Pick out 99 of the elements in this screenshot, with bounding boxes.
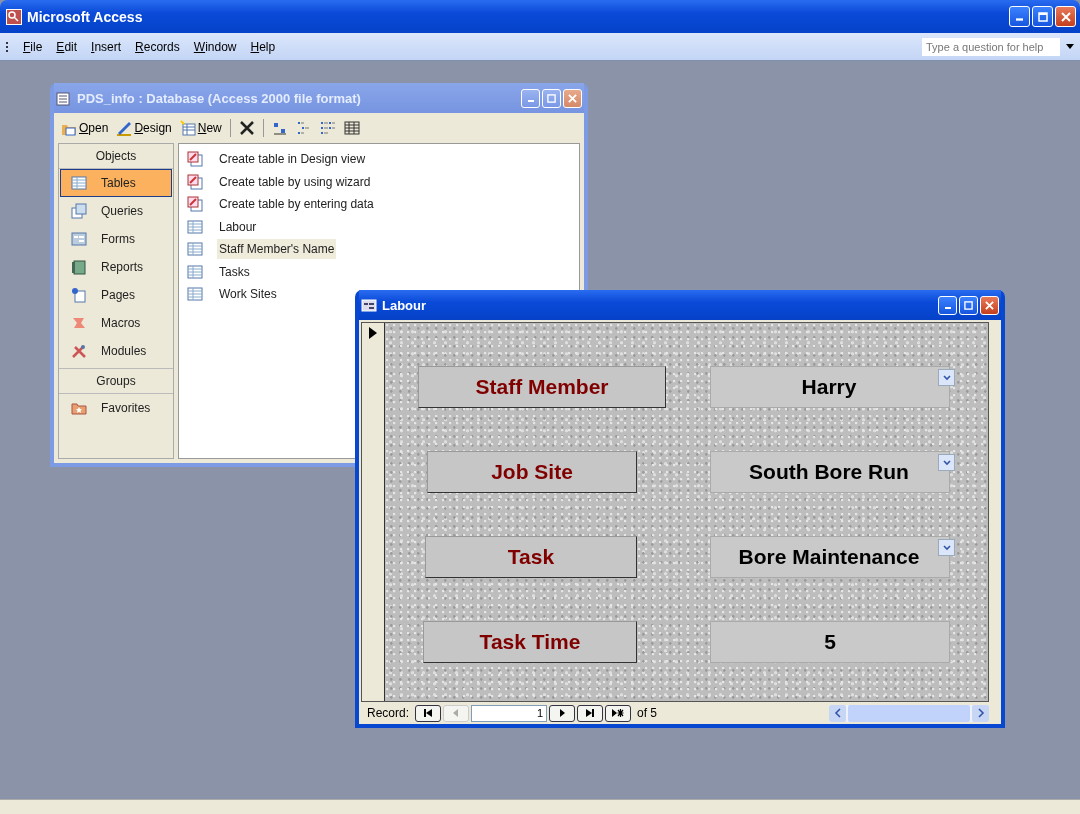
window-title: PDS_info : Database (Access 2000 file format): [77, 90, 361, 106]
large-icons-icon: [271, 120, 288, 136]
maximize-button[interactable]: [959, 295, 978, 315]
chevron-down-icon: [942, 459, 951, 466]
field-label: Task Time: [423, 621, 637, 663]
dropdown-button[interactable]: [938, 539, 955, 556]
close-icon: [568, 93, 577, 103]
list-icon: [319, 120, 336, 136]
list-item[interactable]: Create table in Design view: [183, 148, 372, 171]
wizard-icon: [187, 173, 203, 190]
close-button[interactable]: [1055, 6, 1076, 27]
wizard-icon: [187, 196, 203, 213]
scroll-thumb[interactable]: [848, 704, 970, 722]
groups-header: Groups: [59, 368, 173, 394]
close-icon: [1060, 11, 1071, 22]
object-type-item[interactable]: Queries: [60, 197, 172, 225]
table-icon: [179, 120, 196, 136]
object-type-item[interactable]: Modules: [60, 337, 172, 365]
list-item[interactable]: Work Sites: [183, 283, 283, 306]
minimize-icon: [527, 99, 534, 102]
group-item[interactable]: Favorites: [60, 394, 172, 422]
first-icon: [423, 708, 434, 718]
menu-item[interactable]: Insert: [84, 37, 129, 56]
table-icon: [187, 218, 203, 235]
report-icon: [71, 259, 87, 275]
combo-box[interactable]: South Bore Run: [710, 451, 950, 493]
chevron-right-icon: [976, 708, 985, 718]
chevron-down-icon: [942, 374, 951, 381]
query-icon: [71, 203, 87, 219]
new-record-button[interactable]: [605, 704, 632, 722]
field-label: Task: [425, 536, 637, 578]
field-label: Job Site: [427, 451, 637, 493]
small-icons-icon: [295, 120, 312, 136]
record-label: Record:: [367, 706, 410, 720]
design-button[interactable]: Design: [113, 118, 175, 138]
menu-item[interactable]: Help: [243, 37, 283, 56]
record-count: of 5: [637, 706, 658, 720]
delete-icon: [238, 120, 255, 136]
dropdown-icon[interactable]: [1066, 43, 1074, 50]
scroll-left-button[interactable]: [829, 704, 846, 722]
tools-icon: [71, 343, 87, 359]
text-field[interactable]: 5: [710, 621, 950, 663]
first-record-button[interactable]: [415, 704, 442, 722]
maximize-icon: [964, 300, 973, 310]
table-icon: [187, 263, 203, 280]
object-type-item[interactable]: Forms: [60, 225, 172, 253]
chevron-left-icon: [833, 708, 842, 718]
minimize-button[interactable]: [938, 295, 957, 315]
page-icon: [71, 287, 87, 303]
chevron-down-icon: [942, 544, 951, 551]
database-icon: [56, 90, 72, 106]
scroll-right-button[interactable]: [972, 704, 989, 722]
next-record-button[interactable]: [549, 704, 576, 722]
menu-item[interactable]: File: [16, 37, 50, 56]
minimize-icon: [1016, 17, 1023, 21]
grid-icon: [343, 120, 360, 136]
maximize-icon: [547, 93, 556, 103]
table-icon: [187, 286, 203, 303]
maximize-button[interactable]: [1032, 6, 1053, 27]
list-item[interactable]: Tasks: [183, 260, 256, 283]
object-type-item[interactable]: Tables: [60, 169, 172, 197]
last-icon: [585, 708, 596, 718]
folder-icon: [71, 400, 87, 416]
minimize-icon: [944, 306, 951, 309]
grip-icon: [6, 41, 10, 52]
menu-item[interactable]: Edit: [49, 37, 85, 56]
table-icon: [71, 175, 87, 191]
last-record-button[interactable]: [577, 704, 604, 722]
new-button[interactable]: New: [176, 118, 225, 138]
open-button[interactable]: Open: [58, 118, 112, 138]
menu-item[interactable]: Records: [128, 37, 187, 56]
table-icon: [187, 241, 203, 258]
form-icon: [71, 231, 87, 247]
close-button[interactable]: [980, 295, 999, 315]
object-type-item[interactable]: Pages: [60, 281, 172, 309]
dropdown-button[interactable]: [938, 369, 955, 386]
menu-item[interactable]: Window: [186, 37, 244, 56]
help-field[interactable]: Type a question for help: [922, 37, 1060, 56]
list-item[interactable]: Create table by using wizard: [183, 170, 377, 193]
field-label: Staff Member: [418, 366, 666, 408]
combo-box[interactable]: Bore Maintenance: [710, 536, 950, 578]
object-type-item[interactable]: Reports: [60, 253, 172, 281]
list-item[interactable]: Create table by entering data: [183, 193, 380, 216]
combo-box[interactable]: Harry: [710, 366, 950, 408]
object-type-item[interactable]: Macros: [60, 309, 172, 337]
close-icon: [985, 300, 994, 310]
new-record-icon: [612, 708, 625, 718]
form-icon: [361, 297, 377, 313]
record-number-field[interactable]: 1: [471, 704, 548, 722]
horizontal-scrollbar[interactable]: [829, 704, 989, 722]
maximize-icon: [1037, 11, 1048, 22]
current-record-icon: [369, 327, 377, 339]
pencil-icon: [116, 120, 133, 136]
wizard-icon: [187, 151, 203, 168]
dropdown-button[interactable]: [938, 454, 955, 471]
list-item[interactable]: Labour: [183, 215, 263, 238]
window-title: Labour: [382, 297, 427, 313]
minimize-button[interactable]: [1009, 6, 1030, 27]
window-title: Microsoft Access: [27, 8, 143, 25]
